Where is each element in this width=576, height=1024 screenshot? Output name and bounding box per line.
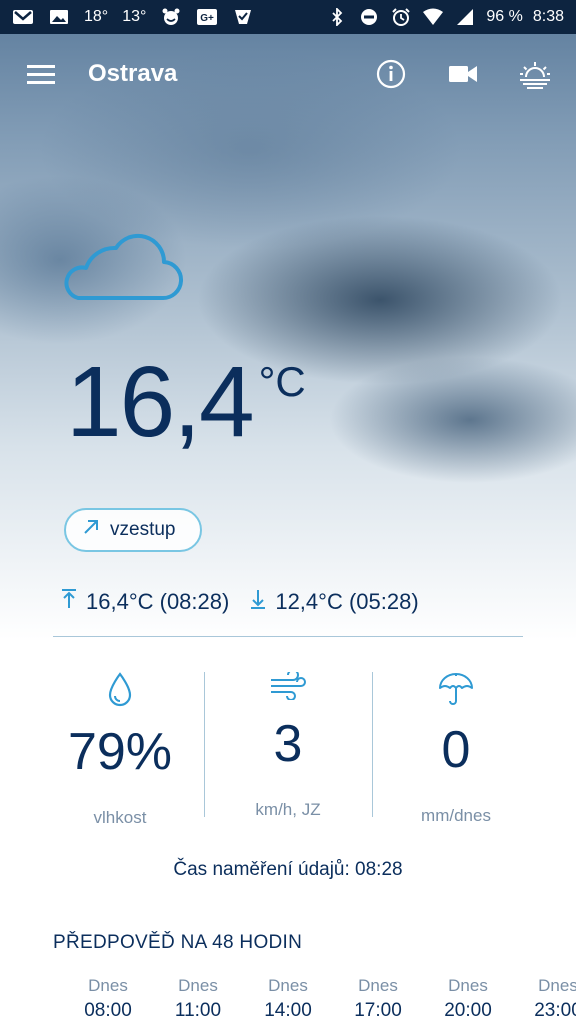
forecast-day: Dnes (358, 976, 398, 995)
precipitation-value: 0 (441, 721, 471, 779)
alarm-clock-icon (390, 8, 412, 26)
divider (53, 636, 523, 637)
menu-icon[interactable] (24, 57, 58, 91)
status-temp-2: 13° (122, 8, 147, 25)
humidity-value: 79% (67, 723, 173, 781)
forecast-time: 17:00 (354, 1000, 402, 1021)
drop-icon (107, 672, 133, 708)
info-icon[interactable] (374, 57, 408, 91)
forecast-time: 14:00 (264, 1000, 312, 1021)
wifi-icon (422, 8, 444, 25)
status-bar: 18° 13° G+ 96 % 8:38 (0, 0, 576, 34)
city-title: Ostrava (88, 60, 178, 87)
image-icon (48, 9, 70, 25)
umbrella-icon (438, 672, 474, 706)
humidity-stat: 79% vlhkost (36, 672, 204, 827)
forecast-day: Dnes (178, 976, 218, 995)
forecast-item[interactable]: Dnes 23:00 (513, 976, 576, 1024)
app-bar: Ostrava (0, 34, 576, 114)
humidity-label: vlhkost (93, 808, 147, 827)
forecast-item[interactable]: Dnes 17:00 (333, 976, 423, 1024)
cloud-icon (58, 228, 184, 304)
alarm-face-icon (160, 8, 182, 25)
forecast-item[interactable]: Dnes 20:00 (423, 976, 513, 1024)
forecast-item[interactable]: Dnes 11:00 (153, 976, 243, 1024)
precipitation-label: mm/dnes (421, 806, 491, 825)
wind-icon (269, 672, 307, 700)
wind-stat: 3 km/h, JZ (204, 672, 372, 819)
forecast-time: 11:00 (174, 1000, 222, 1021)
sunrise-icon[interactable] (518, 57, 552, 91)
min-temperature: 12,4°C (05:28) (275, 589, 419, 614)
check-app-icon (232, 9, 254, 25)
forecast-item[interactable]: Dnes 14:00 (243, 976, 333, 1024)
wind-label: km/h, JZ (255, 800, 321, 819)
weather-stats: 79% vlhkost 3 km/h, JZ 0 mm/dnes (36, 672, 540, 827)
forecast-day: Dnes (538, 976, 576, 995)
do-not-disturb-icon (358, 9, 380, 25)
forecast-list[interactable]: Dnes 08:00 Dnes 11:00 Dnes 14:00 Dnes 17… (63, 976, 576, 1024)
gmail-icon (12, 9, 34, 25)
forecast-day: Dnes (88, 976, 128, 995)
forecast-item[interactable]: Dnes 08:00 (63, 976, 153, 1024)
precipitation-stat: 0 mm/dnes (372, 672, 540, 825)
min-arrow-icon (249, 588, 267, 616)
temperature-value: 16,4 (66, 346, 255, 458)
max-temperature: 16,4°C (08:28) (86, 589, 230, 614)
forecast-time: 20:00 (444, 1000, 492, 1021)
measurement-time: Čas naměření údajů: 08:28 (173, 859, 403, 880)
forecast-day: Dnes (448, 976, 488, 995)
clock: 8:38 (532, 8, 564, 25)
forecast-time: 08:00 (84, 1000, 132, 1021)
forecast-day: Dnes (268, 976, 308, 995)
forecast-title: PŘEDPOVĚĎ NA 48 HODIN (53, 932, 303, 953)
forecast-time: 23:00 (534, 1000, 576, 1021)
current-temperature: 16,4 °C (66, 352, 306, 452)
arrow-up-right-icon (82, 518, 100, 542)
bluetooth-icon (326, 8, 348, 26)
trend-badge: vzestup (64, 508, 202, 552)
camera-icon[interactable] (446, 57, 480, 91)
wind-value: 3 (273, 715, 303, 773)
battery-level: 96 % (486, 8, 523, 25)
signal-icon (454, 9, 476, 25)
svg-text:G+: G+ (201, 13, 215, 24)
temperature-unit: °C (258, 358, 306, 405)
max-arrow-icon (60, 588, 78, 616)
status-temp-1: 18° (84, 8, 109, 25)
google-plus-icon: G+ (196, 9, 218, 25)
min-max-temperatures: 16,4°C (08:28) 12,4°C (05:28) (60, 588, 439, 616)
trend-label: vzestup (110, 519, 176, 540)
